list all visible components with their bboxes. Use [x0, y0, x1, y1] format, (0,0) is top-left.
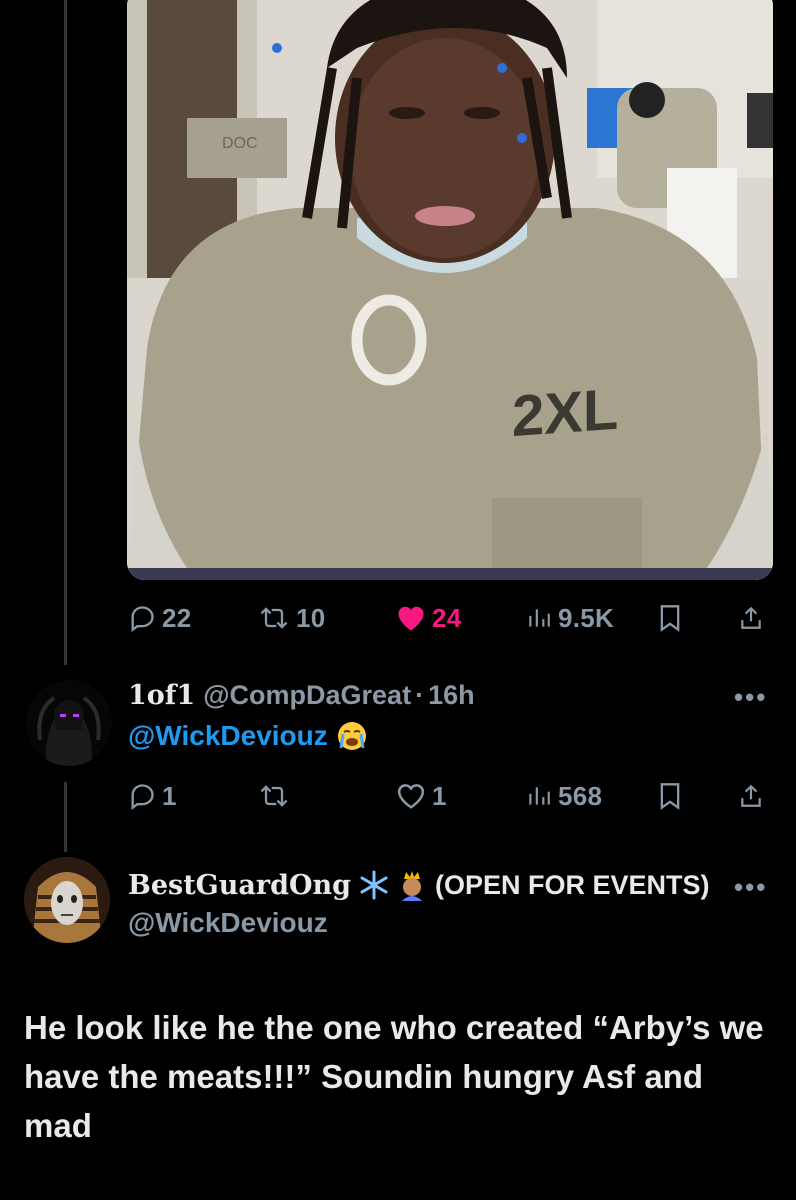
- avatar-image: [24, 857, 110, 943]
- reply-action-bar: 1 1 568: [128, 776, 768, 816]
- repost-button[interactable]: [258, 776, 290, 816]
- prince-icon: [402, 871, 422, 901]
- like-button[interactable]: 1: [396, 776, 447, 816]
- thread-line: [64, 0, 67, 665]
- reply-count: 22: [162, 602, 192, 633]
- snowflake-icon: [360, 870, 388, 900]
- share-icon: [741, 784, 761, 807]
- reply-header: 1of1 @CompDaGreat · 16h: [128, 680, 475, 711]
- share-icon: [741, 606, 761, 629]
- reply-icon: [131, 784, 154, 810]
- heart-filled-icon: [398, 606, 424, 631]
- reply-icon: [131, 606, 154, 632]
- user-handle[interactable]: @CompDaGreat: [203, 680, 411, 710]
- reply-button[interactable]: 1: [128, 776, 177, 816]
- photo-illustration: DOC 2XL: [127, 0, 773, 580]
- avatar[interactable]: [26, 680, 112, 766]
- repost-icon: [260, 607, 288, 629]
- reply-text: @WickDeviouz: [128, 720, 368, 752]
- like-count: 1: [432, 780, 447, 811]
- tweet-photo[interactable]: DOC 2XL: [127, 0, 773, 580]
- status-text: (OPEN FOR EVENTS): [435, 869, 710, 900]
- views-count: 9.5K: [558, 602, 615, 633]
- views-button[interactable]: 9.5K: [526, 598, 614, 638]
- user-handle[interactable]: @WickDeviouz: [128, 907, 328, 939]
- loudly-crying-face-icon: [337, 722, 366, 750]
- share-button[interactable]: [738, 598, 764, 638]
- views-icon: [529, 609, 550, 627]
- like-count: 24: [432, 602, 462, 633]
- reply-header: BestGuardOng (OPEN FOR EVENTS): [128, 869, 710, 901]
- views-icon: [529, 787, 550, 805]
- repost-button[interactable]: 10: [258, 598, 326, 638]
- thread-line: [64, 782, 67, 852]
- more-options-icon[interactable]: •••: [734, 872, 767, 903]
- heart-outline-icon: [397, 784, 425, 809]
- views-count: 568: [558, 780, 603, 811]
- reply-button[interactable]: 22: [128, 598, 192, 638]
- reply-count: 1: [162, 780, 177, 811]
- display-name[interactable]: BestGuardOng: [128, 870, 351, 901]
- reply-text: He look like he the one who created “Arb…: [24, 1009, 764, 1144]
- repost-count: 10: [296, 602, 326, 633]
- timestamp[interactable]: 16h: [428, 680, 475, 710]
- display-name[interactable]: 1of1: [128, 680, 195, 711]
- avatar[interactable]: [24, 857, 110, 943]
- wall-text: DOC: [222, 135, 258, 152]
- more-options-icon[interactable]: •••: [734, 682, 767, 713]
- share-button[interactable]: [738, 776, 764, 816]
- mention-link[interactable]: @WickDeviouz: [128, 720, 328, 752]
- bookmark-button[interactable]: [658, 598, 682, 638]
- bookmark-icon: [660, 605, 680, 632]
- separator: ·: [415, 680, 425, 710]
- avatar-image: [26, 680, 112, 766]
- bookmark-button[interactable]: [658, 776, 682, 816]
- bookmark-icon: [660, 783, 680, 810]
- tweet-action-bar: 22 10 24 9.5K: [128, 598, 768, 638]
- like-button[interactable]: 24: [396, 598, 462, 638]
- shirt-label: 2XL: [512, 377, 618, 449]
- repost-icon: [260, 785, 288, 807]
- views-button[interactable]: 568: [526, 776, 602, 816]
